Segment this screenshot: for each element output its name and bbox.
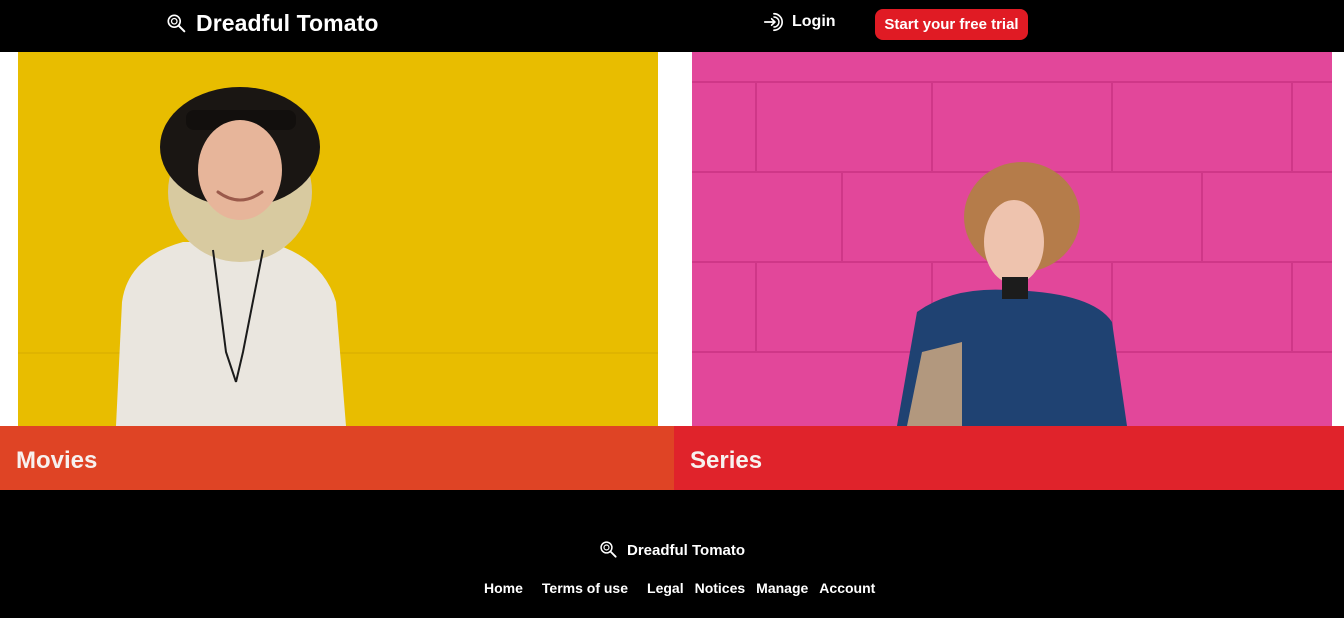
footer-link-home[interactable]: Home bbox=[484, 580, 523, 596]
login-label: Login bbox=[792, 13, 836, 30]
login-icon bbox=[763, 12, 783, 32]
movies-label: Movies bbox=[16, 447, 98, 474]
woman-yellow-wall-image bbox=[18, 52, 658, 426]
magnifier-icon bbox=[167, 13, 186, 32]
series-card[interactable]: Series bbox=[674, 52, 1344, 490]
woman-pink-wall-image bbox=[692, 52, 1332, 426]
series-photo bbox=[692, 52, 1332, 426]
footer-link-notices[interactable]: Notices bbox=[695, 580, 746, 596]
brand-logo[interactable]: Dreadful Tomato bbox=[166, 10, 379, 37]
footer-nav: Home Terms of use Legal Notices Manage A… bbox=[484, 580, 894, 596]
start-free-trial-button[interactable]: Start your free trial bbox=[875, 9, 1028, 40]
site-footer: Dreadful Tomato Home Terms of use Legal … bbox=[0, 490, 1344, 618]
footer-link-terms[interactable]: Terms of use bbox=[542, 580, 628, 596]
movies-label-band bbox=[0, 426, 676, 490]
movies-photo bbox=[18, 52, 658, 426]
login-link[interactable]: Login bbox=[762, 11, 836, 33]
series-label: Series bbox=[690, 447, 763, 474]
magnifier-icon bbox=[600, 541, 617, 558]
site-header: Dreadful Tomato Login Start your free tr… bbox=[0, 0, 1344, 52]
footer-brand-name: Dreadful Tomato bbox=[627, 541, 746, 559]
footer-brand[interactable]: Dreadful Tomato bbox=[599, 540, 745, 560]
brand-name: Dreadful Tomato bbox=[196, 10, 379, 36]
footer-link-manage[interactable]: Manage bbox=[756, 580, 808, 596]
series-label-band bbox=[674, 426, 1344, 490]
footer-link-legal[interactable]: Legal bbox=[647, 580, 684, 596]
movies-card[interactable]: Movies bbox=[0, 52, 676, 490]
footer-link-account[interactable]: Account bbox=[819, 580, 875, 596]
